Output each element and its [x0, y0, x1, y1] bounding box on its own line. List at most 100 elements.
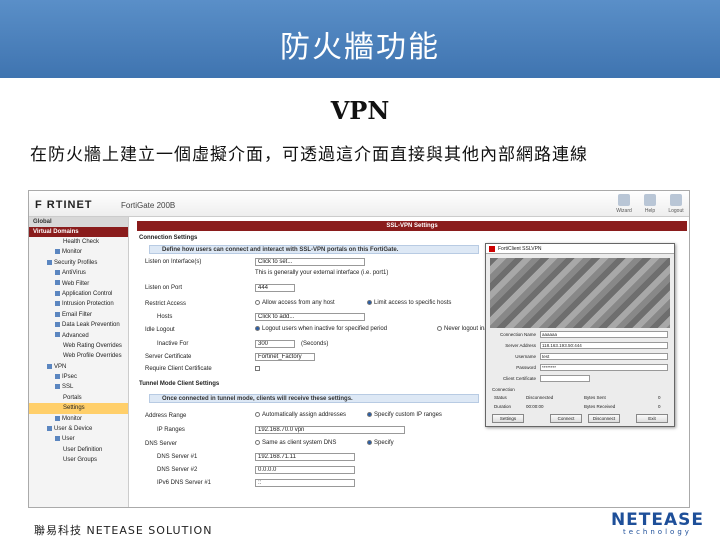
radio-icon [437, 326, 442, 331]
exit-button[interactable]: Exit [636, 414, 668, 423]
idle-logout-radio[interactable]: Logout users when inactive for specified… [255, 326, 387, 332]
server-certificate-label: Server Certificate [145, 354, 192, 360]
restrict-specific-hosts-radio[interactable]: Limit access to specific hosts [367, 300, 451, 306]
sidebar-section-global[interactable]: Global [29, 217, 128, 227]
connection-group-label: Connection [492, 387, 515, 392]
ipv6-dns1-label: IPv6 DNS Server #1 [157, 480, 212, 486]
sidebar-item-data-leak-prevention[interactable]: Data Leak Prevention [29, 320, 128, 330]
listen-port-label: Listen on Port [145, 285, 183, 291]
logout-icon [670, 194, 682, 206]
duration-label: Duration [494, 404, 512, 409]
dialog-banner-image [490, 258, 670, 328]
ipv6-dns1-input[interactable]: :: [255, 479, 355, 487]
email-icon [55, 311, 60, 317]
slide-title-bar: 防火牆功能 [0, 0, 720, 78]
sidebar-section-vdom[interactable]: Virtual Domains [29, 227, 128, 237]
radio-icon [255, 440, 260, 445]
dns1-input[interactable]: 192.168.71.11 [255, 453, 355, 461]
tunnel-settings-band: Once connected in tunnel mode, clients w… [149, 394, 479, 403]
sidebar-item-security-profiles[interactable]: Security Profiles [29, 258, 128, 268]
sidebar-item-vpn[interactable]: VPN [29, 362, 128, 372]
wizard-icon [618, 194, 630, 206]
inactive-for-input[interactable]: 300 [255, 340, 295, 348]
logout-button[interactable]: Logout [667, 194, 685, 214]
listen-port-input[interactable]: 444 [255, 284, 295, 292]
server-address-input[interactable]: 118.163.193.50:444 [540, 342, 668, 349]
footer-company: 聯易科技 NETEASE SOLUTION [34, 524, 213, 537]
bytes-received-label: Bytes Received [584, 404, 616, 409]
application-icon [55, 290, 60, 296]
sidebar-item-web-filter[interactable]: Web Filter [29, 279, 128, 289]
sidebar-item-antivirus[interactable]: AntiVirus [29, 268, 128, 278]
slide-description: 在防火牆上建立一個虛擬介面，可透過這介面直接與其他內部網路連線 [30, 145, 588, 165]
ip-ranges-field[interactable]: 192.168.70.0 vpn [255, 426, 405, 434]
sidebar-item-user[interactable]: User [29, 434, 128, 444]
sidebar-item-email-filter[interactable]: Email Filter [29, 310, 128, 320]
sidebar-item-ssl[interactable]: SSL [29, 382, 128, 392]
wizard-button[interactable]: Wizard [615, 194, 633, 214]
forticlient-dialog: FortiClient SSLVPN Connection Name aaaaa… [485, 243, 675, 427]
username-label: Username [515, 354, 536, 359]
custom-ip-ranges-radio[interactable]: Specify custom IP ranges [367, 412, 442, 418]
slide-title: 防火牆功能 [280, 30, 440, 65]
idle-logout-label: Idle Logout [145, 327, 175, 333]
ip-ranges-label: IP Ranges [157, 427, 185, 433]
sidebar-item-application-control[interactable]: Application Control [29, 289, 128, 299]
inactive-for-unit: (Seconds) [301, 341, 329, 347]
inactive-for-label: Inactive For [157, 341, 189, 347]
user-icon [55, 436, 60, 442]
connection-name-select[interactable]: aaaaaa [540, 331, 668, 338]
sidebar-item-advanced[interactable]: Advanced [29, 331, 128, 341]
sidebar-item-health-check[interactable]: Health Check [29, 237, 128, 247]
advanced-icon [55, 332, 60, 338]
hosts-field[interactable]: Click to add... [255, 313, 365, 321]
username-input[interactable]: test [540, 353, 668, 360]
sidebar-item-user-device[interactable]: User & Device [29, 424, 128, 434]
client-cert-label: Client Certificate [502, 376, 536, 381]
data-leak-icon [55, 322, 60, 328]
restrict-any-host-radio[interactable]: Allow access from any host [255, 300, 335, 306]
help-icon [644, 194, 656, 206]
sidebar-item-monitor[interactable]: Monitor [29, 247, 128, 257]
restrict-access-label: Restrict Access [145, 301, 187, 307]
tunnel-settings-heading: Tunnel Mode Client Settings [139, 381, 220, 387]
require-cert-checkbox[interactable] [255, 366, 260, 373]
dns2-label: DNS Server #2 [157, 467, 198, 473]
address-range-label: Address Range [145, 413, 187, 419]
listen-interface-field[interactable]: Click to set... [255, 258, 365, 266]
monitor-icon [55, 415, 60, 421]
sidebar-item-settings[interactable]: Settings [29, 403, 128, 414]
folder-icon [55, 249, 60, 255]
slide-subtitle: VPN [330, 96, 390, 125]
radio-selected-icon [367, 300, 372, 305]
ipsec-icon [55, 374, 60, 379]
settings-button[interactable]: Settings [492, 414, 524, 423]
sidebar-item-user-groups[interactable]: User Groups [29, 455, 128, 465]
dns-server-label: DNS Server [145, 441, 178, 447]
sidebar-item-intrusion-protection[interactable]: Intrusion Protection [29, 299, 128, 309]
help-button[interactable]: Help [641, 194, 659, 214]
dns-same-as-client-radio[interactable]: Same as client system DNS [255, 440, 336, 446]
radio-selected-icon [367, 440, 372, 445]
sidebar-item-user-definition[interactable]: User Definition [29, 445, 128, 455]
connect-button[interactable]: Connect [550, 414, 582, 423]
disconnect-button[interactable]: Disconnect [588, 414, 620, 423]
listen-interface-note: This is generally your external interfac… [255, 270, 389, 276]
server-address-label: Server Address [505, 343, 536, 348]
sidebar-item-ipsec[interactable]: IPsec [29, 372, 128, 382]
shield-icon [47, 259, 52, 265]
sidebar-item-web-profile-overrides[interactable]: Web Profile Overrides [29, 351, 128, 361]
sidebar-item-portals[interactable]: Portals [29, 393, 128, 403]
server-certificate-select[interactable]: Fortinet_Factory [255, 353, 315, 361]
password-input[interactable]: ******** [540, 364, 668, 371]
client-cert-select[interactable] [540, 375, 590, 382]
sidebar-item-vpn-monitor[interactable]: Monitor [29, 414, 128, 424]
bytes-sent-label: Bytes Sent [584, 395, 606, 400]
auto-assign-radio[interactable]: Automatically assign addresses [255, 412, 346, 418]
sidebar-item-web-rating-overrides[interactable]: Web Rating Overrides [29, 341, 128, 351]
radio-selected-icon [367, 412, 372, 417]
dns2-input[interactable]: 0.0.0.0 [255, 466, 355, 474]
dns-specify-radio[interactable]: Specify [367, 440, 394, 446]
netease-logo-subtext: technology [623, 528, 692, 536]
bytes-sent-value: 0 [658, 395, 661, 400]
